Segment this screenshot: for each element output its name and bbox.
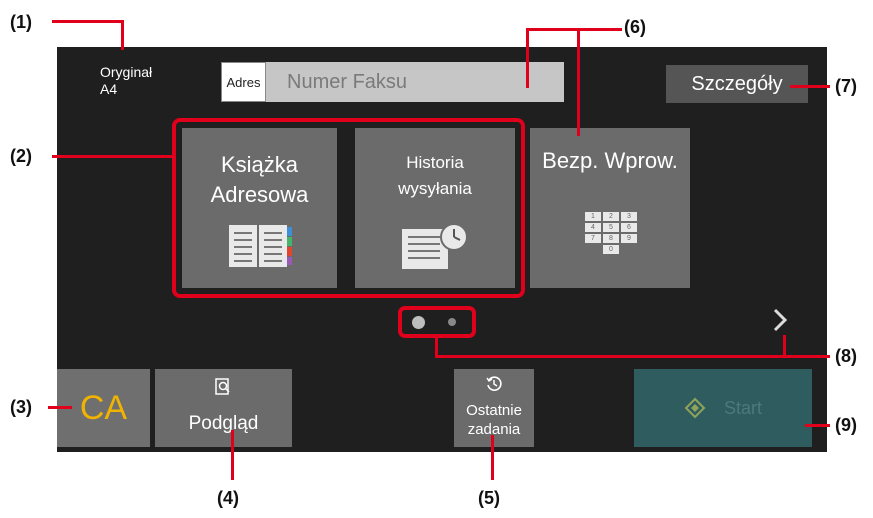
callout-6: (6) — [624, 17, 646, 37]
original-size: A4 — [100, 81, 118, 97]
callout-2-line — [52, 155, 174, 158]
annotation-highlight-page-indicator — [398, 306, 476, 338]
address-label: Adres — [221, 62, 266, 102]
ca-label: CA — [79, 388, 128, 427]
callout-7-line — [790, 85, 830, 88]
preview-button[interactable]: Podgląd — [155, 369, 292, 447]
callout-4: (4) — [217, 488, 239, 508]
keypad-key: 7 — [585, 234, 601, 243]
keypad-key: 2 — [603, 212, 619, 221]
keypad-key: 5 — [603, 223, 619, 232]
original-label: Oryginał — [100, 64, 153, 80]
keypad-key: 0 — [603, 245, 619, 254]
callout-1: (1) — [10, 12, 32, 32]
keypad-key: 9 — [621, 234, 637, 243]
callout-8: (8) — [835, 346, 857, 366]
callout-2: (2) — [10, 146, 32, 166]
preview-label: Podgląd — [188, 413, 259, 434]
keypad-icon: 1 2 3 4 5 6 7 8 9 0 — [584, 212, 638, 258]
annotation-highlight-tiles — [172, 118, 525, 298]
fax-number-field[interactable]: Adres Numer Faksu — [221, 62, 564, 102]
direct-entry-label: Bezp. Wprow. — [542, 148, 678, 173]
start-button[interactable]: Start — [634, 369, 812, 447]
keypad-key: 8 — [603, 234, 619, 243]
start-diamond-icon — [684, 397, 706, 419]
keypad-key: 3 — [621, 212, 637, 221]
callout-9: (9) — [835, 415, 857, 435]
callout-8-line — [435, 355, 830, 358]
history-clock-icon — [486, 376, 502, 391]
keypad-key: 1 — [585, 212, 601, 221]
callout-1-line — [121, 20, 124, 50]
recent-jobs-label-line2: zadania — [467, 421, 521, 438]
keypad-key: 6 — [621, 223, 637, 232]
original-size-indicator[interactable]: Oryginał A4 — [100, 64, 152, 98]
callout-1-line — [52, 20, 124, 23]
fax-number-placeholder: Numer Faksu — [287, 71, 408, 93]
details-label: Szczegóły — [691, 72, 783, 95]
start-label: Start — [723, 397, 762, 418]
recent-jobs-button[interactable]: Ostatnie zadania — [454, 369, 534, 447]
callout-3-line — [48, 406, 72, 409]
recent-jobs-label-line1: Ostatnie — [466, 402, 522, 419]
callout-9-line — [805, 424, 830, 427]
direct-entry-button[interactable]: Bezp. Wprow. 1 2 3 4 5 6 7 8 9 0 — [530, 128, 690, 288]
callout-3: (3) — [10, 397, 32, 417]
callout-8-line — [783, 335, 786, 357]
callout-5-line — [491, 435, 494, 480]
chevron-right-icon[interactable] — [770, 306, 790, 334]
preview-magnifier-icon — [215, 378, 230, 395]
callout-4-line — [231, 430, 234, 480]
details-button[interactable]: Szczegóły — [666, 65, 808, 103]
callout-7: (7) — [835, 76, 857, 96]
keypad-key: 4 — [585, 223, 601, 232]
callout-5: (5) — [478, 488, 500, 508]
callout-6-line — [526, 28, 529, 88]
callout-6-line — [577, 28, 580, 136]
callout-6-line — [526, 28, 622, 31]
